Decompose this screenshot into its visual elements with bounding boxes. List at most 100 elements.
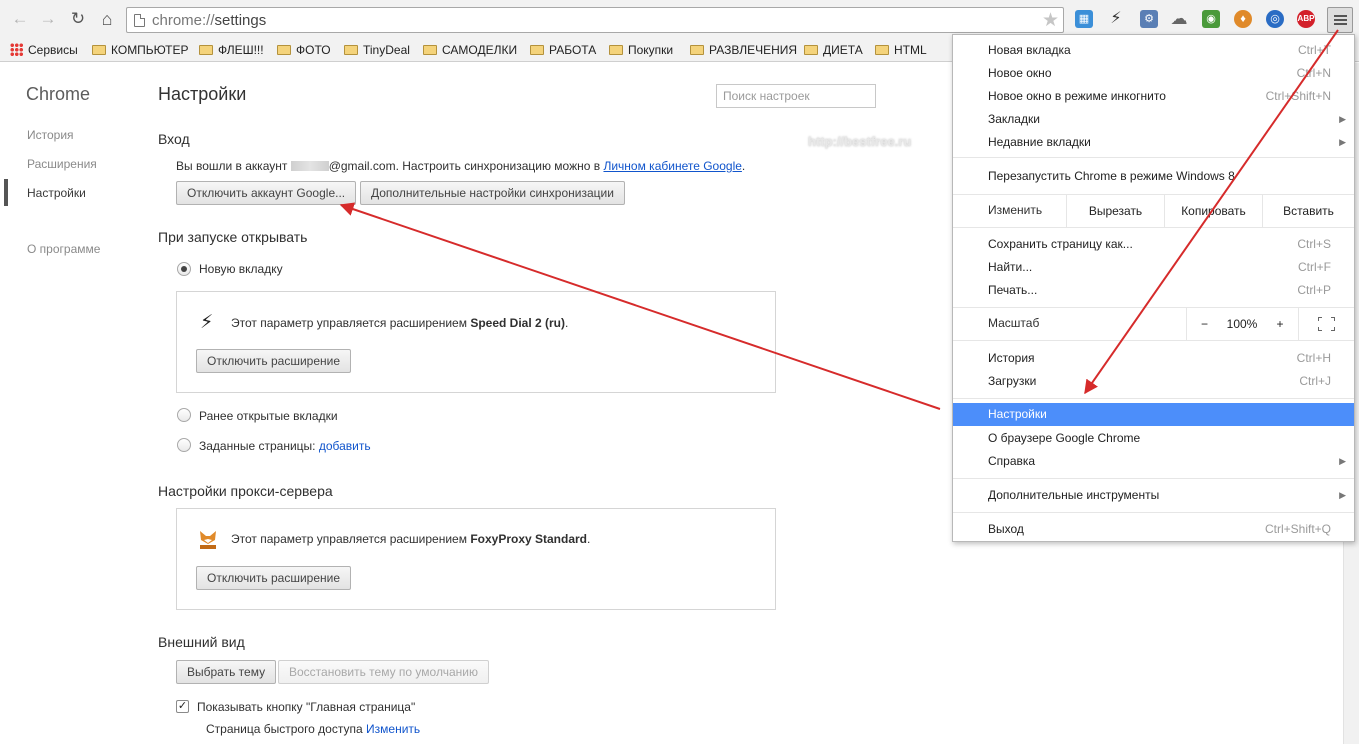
- home-icon[interactable]: ⌂: [96, 8, 118, 30]
- sidebar-item-extensions[interactable]: Расширения: [27, 157, 97, 171]
- menu-separator: [953, 340, 1354, 341]
- menu-item-downloads[interactable]: Загрузки Ctrl+J: [953, 370, 1354, 393]
- menu-zoom-row: Масштаб − 100% +: [953, 308, 1354, 340]
- back-arrow-icon[interactable]: ←: [9, 8, 31, 30]
- menu-separator: [953, 398, 1354, 399]
- menu-item-exit[interactable]: Выход Ctrl+Shift+Q: [953, 518, 1354, 541]
- menu-copy-button[interactable]: Копировать: [1164, 195, 1262, 227]
- sidebar-item-history[interactable]: История: [27, 128, 74, 142]
- menu-item-bookmarks[interactable]: Закладки ▶: [953, 108, 1354, 131]
- choose-theme-button[interactable]: Выбрать тему: [176, 660, 277, 684]
- show-home-button-checkbox[interactable]: ✓: [176, 700, 189, 713]
- bookmark-folder[interactable]: ФЛЕШ!!!: [199, 41, 264, 59]
- menu-cut-button[interactable]: Вырезать: [1066, 195, 1164, 227]
- section-title-proxy: Настройки прокси-сервера: [158, 483, 333, 499]
- menu-item-print[interactable]: Печать... Ctrl+P: [953, 279, 1354, 302]
- change-home-page-link[interactable]: Изменить: [366, 722, 420, 736]
- chrome-menu-button[interactable]: [1327, 7, 1353, 33]
- menu-item-help[interactable]: Справка ▶: [953, 450, 1354, 473]
- bookmark-folder[interactable]: Покупки: [609, 41, 673, 59]
- disable-speed-dial-extension-button[interactable]: Отключить расширение: [196, 349, 352, 373]
- menu-item-more-tools[interactable]: Дополнительные инструменты ▶: [953, 484, 1354, 507]
- bookmark-apps[interactable]: Сервисы: [10, 41, 78, 59]
- menu-zoom-label: Масштаб: [988, 316, 1040, 330]
- browser-toolbar: ← → ↻ ⌂ chrome://settings ★ ▦ ⚡ ⚙ ☁ ◉ ♦ …: [0, 0, 1359, 38]
- menu-item-history[interactable]: История Ctrl+H: [953, 347, 1354, 370]
- zoom-out-button[interactable]: −: [1186, 308, 1222, 340]
- menu-item-new-window[interactable]: Новое окно Ctrl+N: [953, 62, 1354, 85]
- menu-item-settings[interactable]: Настройки: [953, 403, 1354, 426]
- folder-icon: [804, 45, 818, 55]
- lightning-extension-icon[interactable]: ⚡: [1107, 10, 1125, 28]
- reset-theme-button[interactable]: Восстановить тему по умолчанию: [278, 660, 489, 684]
- speed-dial-extension-icon[interactable]: ▦: [1075, 10, 1093, 28]
- menu-item-recent-tabs[interactable]: Недавние вкладки ▶: [953, 131, 1354, 154]
- folder-icon: [199, 45, 213, 55]
- signin-status-text: Вы вошли в аккаунт @gmail.com. Настроить…: [176, 159, 746, 173]
- bookmark-folder[interactable]: ДИЕТА: [804, 41, 863, 59]
- folder-icon: [344, 45, 358, 55]
- folder-icon: [690, 45, 704, 55]
- show-home-button-label: Показывать кнопку "Главная страница": [197, 700, 416, 714]
- menu-item-new-tab[interactable]: Новая вкладка Ctrl+T: [953, 39, 1354, 62]
- sidebar-item-about[interactable]: О программе: [27, 242, 100, 256]
- startup-previous-tabs-label: Ранее открытые вкладки: [199, 409, 338, 423]
- search-settings-input[interactable]: [716, 84, 876, 108]
- startup-extension-notice: Этот параметр управляется расширением Sp…: [231, 316, 569, 330]
- cloud-extension-icon[interactable]: ☁: [1170, 10, 1188, 28]
- watermark-text: http://bestfree.ru: [808, 134, 912, 149]
- startup-pages-radio[interactable]: [177, 438, 191, 452]
- menu-paste-button[interactable]: Вставить: [1262, 195, 1354, 227]
- page-title: Настройки: [158, 84, 247, 104]
- disable-foxyproxy-extension-button[interactable]: Отключить расширение: [196, 566, 352, 590]
- folder-icon: [875, 45, 889, 55]
- globe-extension-icon[interactable]: ◎: [1266, 10, 1284, 28]
- bookmark-star-icon[interactable]: ★: [1042, 9, 1059, 32]
- menu-separator: [953, 157, 1354, 158]
- address-url: chrome://settings: [152, 12, 267, 29]
- menu-separator: [953, 227, 1354, 228]
- menu-edit-label: Изменить: [988, 203, 1043, 217]
- google-dashboard-link[interactable]: Личном кабинете Google: [603, 159, 741, 173]
- menu-item-relaunch-windows8[interactable]: Перезапустить Chrome в режиме Windows 8: [953, 165, 1354, 188]
- menu-item-incognito[interactable]: Новое окно в режиме инкогнито Ctrl+Shift+…: [953, 85, 1354, 108]
- address-bar[interactable]: chrome://settings ★: [126, 7, 1064, 33]
- bookmark-folder[interactable]: TinyDeal: [344, 41, 410, 59]
- sidebar-active-marker: [4, 179, 8, 206]
- submenu-arrow-icon: ▶: [1339, 456, 1346, 466]
- zoom-in-button[interactable]: +: [1262, 308, 1298, 340]
- menu-separator: [953, 478, 1354, 479]
- screenshot-extension-icon[interactable]: ◉: [1202, 10, 1220, 28]
- forward-arrow-icon[interactable]: →: [37, 8, 59, 30]
- section-title-appearance: Внешний вид: [158, 634, 245, 650]
- startup-new-tab-radio[interactable]: [177, 262, 191, 276]
- bookmark-folder[interactable]: РАЗВЛЕЧЕНИЯ: [690, 41, 797, 59]
- submenu-arrow-icon: ▶: [1339, 114, 1346, 124]
- network-extension-icon[interactable]: ⚙: [1140, 10, 1158, 28]
- folder-icon: [423, 45, 437, 55]
- disconnect-google-account-button[interactable]: Отключить аккаунт Google...: [176, 181, 357, 205]
- bookmark-folder[interactable]: HTML: [875, 41, 927, 59]
- extension-control-panel-startup: [176, 291, 776, 393]
- page-icon: [134, 14, 145, 27]
- adblock-plus-icon[interactable]: ABP: [1297, 10, 1315, 28]
- startup-new-tab-label: Новую вкладку: [199, 262, 283, 276]
- speed-dial-lightning-icon: ⚡: [200, 312, 214, 333]
- foxyproxy-extension-icon[interactable]: ♦: [1234, 10, 1252, 28]
- fullscreen-icon: [1318, 317, 1335, 331]
- menu-item-about-chrome[interactable]: О браузере Google Chrome: [953, 427, 1354, 450]
- menu-item-find[interactable]: Найти... Ctrl+F: [953, 256, 1354, 279]
- bookmark-folder[interactable]: САМОДЕЛКИ: [423, 41, 517, 59]
- bookmark-folder[interactable]: РАБОТА: [530, 41, 596, 59]
- chrome-main-menu: Новая вкладка Ctrl+T Новое окно Ctrl+N Нов…: [952, 34, 1355, 542]
- reload-icon[interactable]: ↻: [67, 8, 89, 30]
- startup-previous-tabs-radio[interactable]: [177, 408, 191, 422]
- bookmark-folder[interactable]: ФОТО: [277, 41, 331, 59]
- foxyproxy-icon: [200, 531, 216, 549]
- add-startup-pages-link[interactable]: добавить: [319, 439, 371, 453]
- bookmark-folder[interactable]: КОМПЬЮТЕР: [92, 41, 188, 59]
- menu-item-save-page[interactable]: Сохранить страницу как... Ctrl+S: [953, 233, 1354, 256]
- advanced-sync-settings-button[interactable]: Дополнительные настройки синхронизации: [360, 181, 625, 205]
- sidebar-brand: Chrome: [26, 84, 91, 104]
- sidebar-item-settings[interactable]: Настройки: [27, 186, 86, 200]
